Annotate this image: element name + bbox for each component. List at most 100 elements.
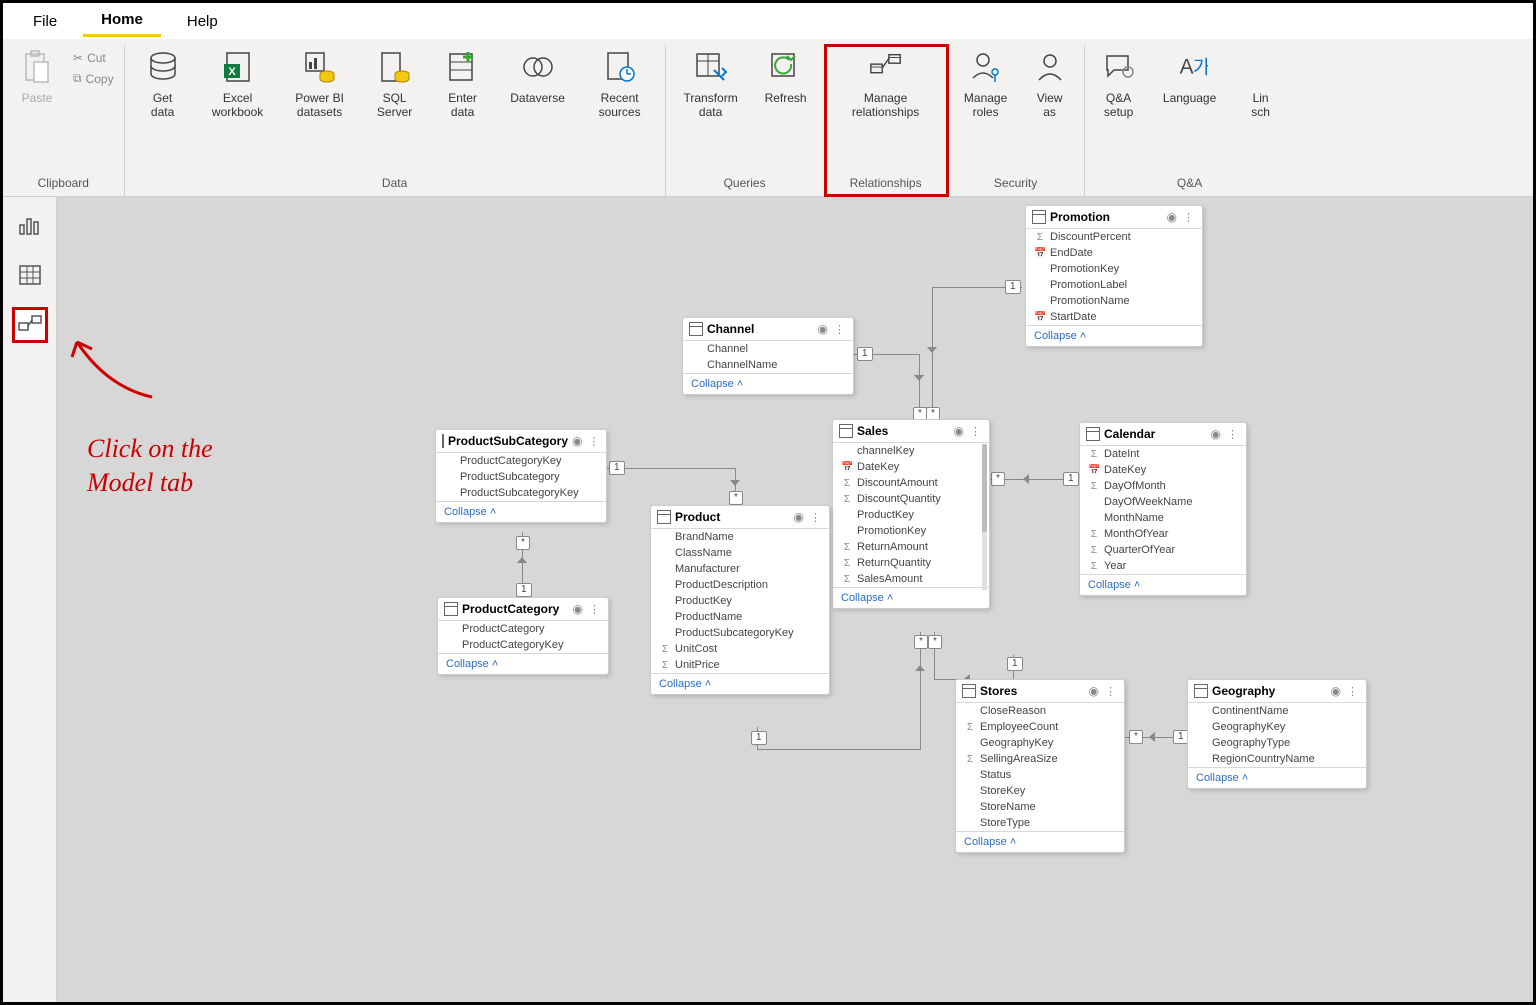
field-row[interactable]: Channel	[683, 341, 853, 357]
manage-relationships-button[interactable]: Manage relationships	[831, 45, 941, 124]
field-row[interactable]: StoreKey	[956, 783, 1124, 799]
field-row[interactable]: ContinentName	[1188, 703, 1366, 719]
cut-button[interactable]: ✂ Cut	[69, 49, 118, 67]
table-header[interactable]: Stores◉⋮	[956, 680, 1124, 703]
field-row[interactable]: StoreName	[956, 799, 1124, 815]
table-header[interactable]: ProductCategory◉⋮	[438, 598, 608, 621]
field-row[interactable]: ProductKey	[651, 593, 829, 609]
field-row[interactable]: channelKey	[833, 443, 989, 459]
field-row[interactable]: RegionCountryName	[1188, 751, 1366, 767]
menu-help[interactable]: Help	[169, 7, 236, 36]
table-promotion[interactable]: Promotion◉⋮ΣDiscountPercent📅EndDate Promo…	[1025, 205, 1203, 347]
field-row[interactable]: ProductSubcategory	[436, 469, 606, 485]
field-row[interactable]: ProductCategoryKey	[438, 637, 608, 653]
field-row[interactable]: GeographyKey	[1188, 719, 1366, 735]
field-row[interactable]: PromotionName	[1026, 293, 1202, 309]
collapse-link[interactable]: Collapse ˄	[683, 373, 853, 394]
visibility-icon[interactable]: ◉	[1331, 684, 1341, 698]
field-row[interactable]: ΣQuarterOfYear	[1080, 542, 1246, 558]
field-row[interactable]: ΣReturnAmount	[833, 539, 989, 555]
more-icon[interactable]: ⋮	[587, 435, 602, 448]
field-row[interactable]: ChannelName	[683, 357, 853, 373]
field-row[interactable]: ClassName	[651, 545, 829, 561]
field-row[interactable]: ΣYear	[1080, 558, 1246, 574]
field-row[interactable]: ΣEmployeeCount	[956, 719, 1124, 735]
transform-data-button[interactable]: Transform data	[672, 45, 750, 124]
copy-button[interactable]: ⧉ Copy	[69, 69, 118, 88]
table-calendar[interactable]: Calendar◉⋮ΣDateInt📅DateKeyΣDayOfMonthDay…	[1079, 422, 1247, 596]
visibility-icon[interactable]: ◉	[572, 434, 582, 448]
table-productcat[interactable]: ProductCategory◉⋮ProductCategoryProductC…	[437, 597, 609, 675]
table-geography[interactable]: Geography◉⋮ContinentNameGeographyKeyGeog…	[1187, 679, 1367, 789]
field-row[interactable]: GeographyKey	[956, 735, 1124, 751]
more-icon[interactable]: ⋮	[587, 603, 602, 616]
scrollbar[interactable]	[982, 444, 987, 590]
field-row[interactable]: ΣSellingAreaSize	[956, 751, 1124, 767]
refresh-button[interactable]: Refresh	[754, 45, 818, 109]
sql-server-button[interactable]: SQL Server	[363, 45, 427, 124]
visibility-icon[interactable]: ◉	[573, 602, 583, 616]
more-icon[interactable]: ⋮	[808, 511, 823, 524]
menu-home[interactable]: Home	[83, 5, 161, 37]
more-icon[interactable]: ⋮	[1225, 428, 1240, 441]
field-row[interactable]: GeographyType	[1188, 735, 1366, 751]
table-header[interactable]: Sales◉⋮	[833, 420, 989, 443]
field-row[interactable]: ΣDiscountAmount	[833, 475, 989, 491]
more-icon[interactable]: ⋮	[1345, 685, 1360, 698]
more-icon[interactable]: ⋮	[832, 323, 847, 336]
enter-data-button[interactable]: Enter data	[431, 45, 495, 124]
report-view-button[interactable]	[12, 207, 48, 243]
table-productsubcat[interactable]: ProductSubCategory◉⋮ProductCategoryKeyPr…	[435, 429, 607, 523]
collapse-link[interactable]: Collapse ˄	[1188, 767, 1366, 788]
get-data-button[interactable]: Get data	[131, 45, 195, 124]
qa-setup-button[interactable]: Q&A setup	[1091, 45, 1147, 124]
visibility-icon[interactable]: ◉	[954, 424, 964, 438]
more-icon[interactable]: ⋮	[1181, 211, 1196, 224]
table-product[interactable]: Product◉⋮BrandNameClassNameManufacturerP…	[650, 505, 830, 695]
table-header[interactable]: Calendar◉⋮	[1080, 423, 1246, 446]
field-row[interactable]: StoreType	[956, 815, 1124, 831]
linguistic-schema-button[interactable]: Lin sch	[1233, 45, 1289, 124]
dataverse-button[interactable]: Dataverse	[499, 45, 577, 109]
field-row[interactable]: 📅DateKey	[833, 459, 989, 475]
language-button[interactable]: A가 Language	[1151, 45, 1229, 109]
table-channel[interactable]: Channel◉⋮ChannelChannelNameCollapse ˄	[682, 317, 854, 395]
field-row[interactable]: ProductSubcategoryKey	[436, 485, 606, 501]
field-row[interactable]: CloseReason	[956, 703, 1124, 719]
field-row[interactable]: ProductName	[651, 609, 829, 625]
field-row[interactable]: 📅DateKey	[1080, 462, 1246, 478]
table-stores[interactable]: Stores◉⋮CloseReasonΣEmployeeCountGeograp…	[955, 679, 1125, 853]
collapse-link[interactable]: Collapse ˄	[651, 673, 829, 694]
collapse-link[interactable]: Collapse ˄	[1080, 574, 1246, 595]
field-row[interactable]: PromotionKey	[833, 523, 989, 539]
menu-file[interactable]: File	[15, 7, 75, 36]
field-row[interactable]: ΣUnitCost	[651, 641, 829, 657]
field-row[interactable]: ProductSubcategoryKey	[651, 625, 829, 641]
visibility-icon[interactable]: ◉	[818, 322, 828, 336]
field-row[interactable]: ΣDateInt	[1080, 446, 1246, 462]
view-as-button[interactable]: View as	[1022, 45, 1078, 124]
powerbi-datasets-button[interactable]: Power BI datasets	[281, 45, 359, 124]
table-header[interactable]: ProductSubCategory◉⋮	[436, 430, 606, 453]
field-row[interactable]: 📅EndDate	[1026, 245, 1202, 261]
more-icon[interactable]: ⋮	[968, 425, 983, 438]
field-row[interactable]: ΣSalesAmount	[833, 571, 989, 587]
more-icon[interactable]: ⋮	[1103, 685, 1118, 698]
table-header[interactable]: Channel◉⋮	[683, 318, 853, 341]
collapse-link[interactable]: Collapse ˄	[956, 831, 1124, 852]
visibility-icon[interactable]: ◉	[794, 510, 804, 524]
paste-button[interactable]: Paste	[9, 45, 65, 109]
collapse-link[interactable]: Collapse ˄	[833, 587, 989, 608]
field-row[interactable]: ProductDescription	[651, 577, 829, 593]
visibility-icon[interactable]: ◉	[1089, 684, 1099, 698]
field-row[interactable]: DayOfWeekName	[1080, 494, 1246, 510]
table-sales[interactable]: Sales◉⋮channelKey📅DateKeyΣDiscountAmount…	[832, 419, 990, 609]
model-view-button[interactable]	[12, 307, 48, 343]
field-row[interactable]: ΣDiscountPercent	[1026, 229, 1202, 245]
table-header[interactable]: Promotion◉⋮	[1026, 206, 1202, 229]
field-row[interactable]: ProductCategory	[438, 621, 608, 637]
collapse-link[interactable]: Collapse ˄	[438, 653, 608, 674]
field-row[interactable]: ProductKey	[833, 507, 989, 523]
manage-roles-button[interactable]: Manage roles	[954, 45, 1018, 124]
field-row[interactable]: ProductCategoryKey	[436, 453, 606, 469]
